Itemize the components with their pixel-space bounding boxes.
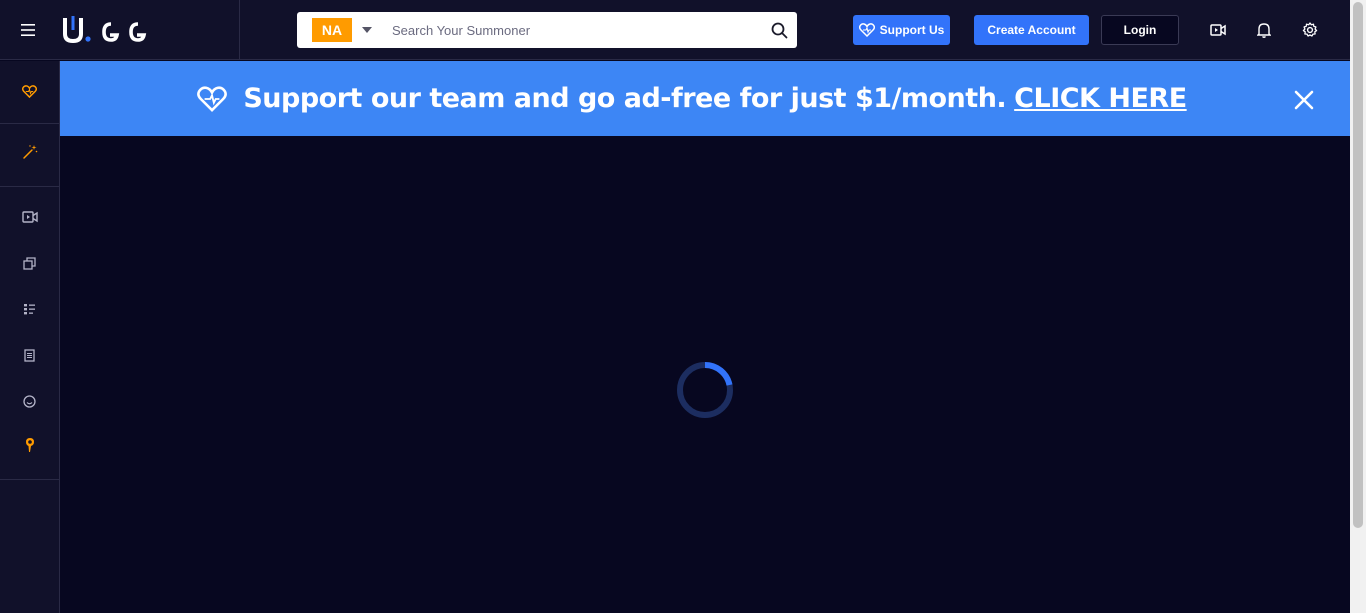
document-icon — [24, 348, 35, 362]
loading-spinner-icon — [677, 362, 733, 418]
sidebar-item-document[interactable] — [0, 335, 59, 375]
settings-button[interactable] — [1300, 20, 1320, 40]
sidebar-item-magic[interactable] — [0, 132, 59, 172]
menu-button[interactable] — [14, 19, 42, 41]
sidebar-item-videos[interactable] — [0, 197, 59, 237]
support-us-button[interactable]: Support Us — [853, 15, 950, 45]
page-scrollbar[interactable] — [1350, 0, 1366, 613]
region-selector[interactable]: NA — [312, 18, 352, 42]
gear-icon — [1302, 22, 1318, 37]
notifications-button[interactable] — [1254, 20, 1274, 40]
smiley-icon — [23, 394, 36, 408]
search-button[interactable] — [761, 12, 797, 48]
sidebar-item-cards[interactable] — [0, 243, 59, 283]
sidebar-item-emotes[interactable] — [0, 381, 59, 421]
banner-close-button[interactable] — [1292, 88, 1316, 112]
region-dropdown-toggle[interactable] — [362, 25, 372, 35]
sidebar — [0, 61, 60, 613]
sidebar-item-support[interactable] — [0, 71, 59, 111]
close-icon — [1294, 90, 1314, 110]
sidebar-divider — [0, 479, 59, 480]
site-logo[interactable] — [62, 14, 148, 46]
app-frame: NA Support Us Create Account Login — [0, 0, 1366, 613]
cards-icon — [23, 256, 36, 270]
sidebar-item-tier-list[interactable] — [0, 289, 59, 329]
login-button[interactable]: Login — [1101, 15, 1179, 45]
summoner-search-bar: NA — [297, 12, 797, 48]
heart-icon — [197, 85, 228, 112]
banner-click-here-link[interactable]: CLICK HERE — [1014, 83, 1187, 114]
top-navigation-bar: NA Support Us Create Account Login — [0, 0, 1350, 60]
search-icon — [771, 22, 787, 38]
sidebar-divider — [0, 123, 59, 124]
banner-text: Support our team and go ad-free for just… — [243, 83, 1007, 114]
topbar-divider — [239, 0, 240, 60]
tier-list-icon — [24, 304, 35, 315]
magic-wand-icon — [22, 145, 37, 159]
ugg-logo-mark — [63, 16, 147, 44]
video-icon — [1210, 24, 1226, 36]
sidebar-item-partner[interactable] — [0, 425, 59, 465]
banner-content: Support our team and go ad-free for just… — [197, 83, 1187, 114]
sidebar-divider — [0, 186, 59, 187]
video-icon — [21, 211, 38, 223]
create-account-button[interactable]: Create Account — [974, 15, 1089, 45]
search-input[interactable] — [392, 15, 761, 45]
scrollbar-thumb[interactable] — [1353, 2, 1363, 528]
support-banner: Support our team and go ad-free for just… — [60, 61, 1350, 136]
heart-icon — [858, 23, 875, 37]
caret-down-icon — [362, 27, 372, 33]
hamburger-icon — [21, 24, 35, 36]
support-us-label: Support Us — [879, 23, 945, 37]
video-button[interactable] — [1208, 20, 1228, 40]
pin-icon — [25, 438, 34, 452]
bell-icon — [1257, 23, 1271, 38]
main-content — [60, 136, 1350, 613]
banner-message: Support our team and go ad-free for just… — [243, 83, 1187, 114]
heart-icon — [22, 84, 37, 98]
